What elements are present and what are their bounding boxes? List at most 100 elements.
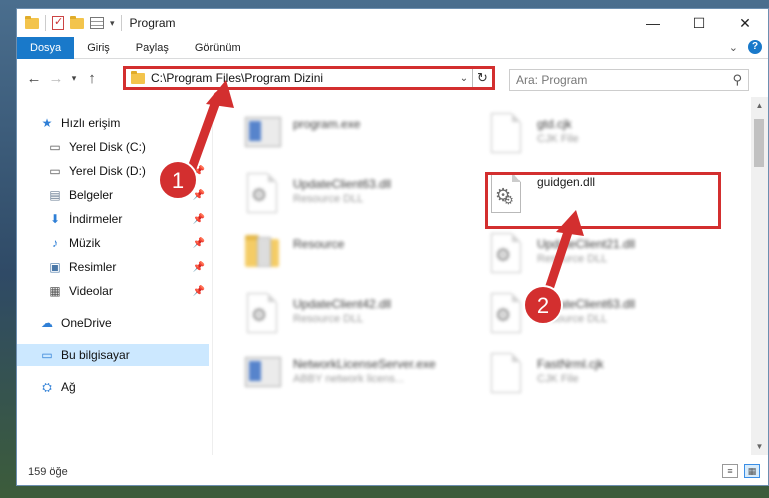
- file-list: program.exe gtd.cjk CJK File ⚙ UpdateCli…: [215, 97, 743, 455]
- pin-icon[interactable]: 📌: [193, 190, 205, 201]
- explorer-window: ▾ Program — ☐ ✕ Dosya Giriş Paylaş Görün…: [16, 8, 769, 486]
- address-path[interactable]: C:\Program Files\Program Dizini: [151, 71, 456, 85]
- pin-icon[interactable]: 📌: [193, 166, 205, 177]
- search-input[interactable]: Ara: Program: [516, 73, 587, 87]
- nav-label: Ağ: [61, 380, 76, 394]
- nav-label: İndirmeler: [69, 212, 123, 226]
- nav-videos[interactable]: ▦ Videolar 📌: [47, 280, 209, 302]
- dll-file-icon: ⚙: [241, 171, 285, 215]
- document-icon: [485, 351, 529, 395]
- search-box[interactable]: Ara: Program ⚲: [509, 69, 749, 91]
- file-name: UpdateClient63.dll: [537, 297, 636, 311]
- tiles-view-icon[interactable]: ▦: [744, 464, 760, 478]
- vertical-scrollbar[interactable]: ▲ ▼: [751, 97, 768, 455]
- file-name: UpdateClient42.dll: [293, 297, 392, 311]
- file-name: UpdateClient63.dll: [293, 177, 392, 191]
- file-desc: CJK File: [537, 133, 579, 145]
- address-bar[interactable]: C:\Program Files\Program Dizini ⌄ ↻: [123, 66, 495, 90]
- tab-paylas[interactable]: Paylaş: [123, 37, 182, 59]
- nav-downloads[interactable]: ⬇ İndirmeler 📌: [47, 208, 209, 230]
- nav-label: Yerel Disk (C:): [69, 140, 146, 154]
- file-name: Resource: [293, 237, 345, 251]
- scroll-down-icon[interactable]: ▼: [751, 438, 768, 455]
- details-view-icon[interactable]: ≡: [722, 464, 738, 478]
- tab-giris[interactable]: Giriş: [74, 37, 123, 59]
- nav-quick-access[interactable]: ★ Hızlı erişim: [39, 112, 231, 134]
- scroll-up-icon[interactable]: ▲: [751, 97, 768, 114]
- nav-label: Videolar: [69, 284, 113, 298]
- file-desc: CJK File: [537, 373, 579, 385]
- help-icon[interactable]: ?: [748, 40, 762, 54]
- tab-gorunum[interactable]: Görünüm: [182, 37, 254, 59]
- nav-onedrive[interactable]: ☁ OneDrive: [39, 312, 209, 334]
- pin-icon[interactable]: 📌: [193, 262, 205, 273]
- exe-file-icon: [241, 111, 285, 155]
- divider: [120, 15, 122, 31]
- file-item[interactable]: ⚙ UpdateClient21.dll Resource DLL: [485, 231, 715, 285]
- close-button[interactable]: ✕: [722, 9, 768, 37]
- file-name: UpdateClient21.dll: [537, 237, 636, 251]
- document-icon: [485, 111, 529, 155]
- search-icon[interactable]: ⚲: [732, 72, 742, 88]
- navigation-pane: ★ Hızlı erişim ▭ Yerel Disk (C:) ▭ Yerel…: [17, 97, 213, 455]
- dll-file-icon: ⚙: [485, 291, 529, 335]
- scroll-thumb[interactable]: [754, 119, 764, 167]
- ribbon-tabs: Dosya Giriş Paylaş Görünüm ⌄ ?: [17, 36, 768, 59]
- nav-documents[interactable]: ▤ Belgeler 📌: [47, 184, 209, 206]
- up-arrow-icon[interactable]: ↑: [81, 70, 103, 87]
- dll-file-icon: ⚙: [485, 231, 529, 275]
- file-item[interactable]: gtd.cjk CJK File: [485, 111, 715, 165]
- expand-ribbon-icon[interactable]: ⌄: [729, 41, 738, 54]
- view-switcher: ≡ ▦: [722, 464, 760, 478]
- file-desc: ABBY network licens...: [293, 373, 405, 385]
- videos-icon: ▦: [49, 284, 61, 298]
- title-bar: ▾ Program — ☐ ✕: [17, 9, 768, 37]
- item-count: 159 öğe: [28, 466, 68, 478]
- properties-check-icon[interactable]: [52, 15, 64, 30]
- refresh-icon[interactable]: ↻: [472, 69, 492, 87]
- folder-icon: [241, 231, 285, 275]
- chevron-down-icon[interactable]: ⌄: [456, 73, 472, 84]
- cloud-icon: ☁: [41, 316, 53, 330]
- quick-access-toolbar: ▾: [17, 15, 122, 31]
- file-item[interactable]: program.exe: [241, 111, 471, 165]
- new-folder-icon[interactable]: [70, 15, 84, 29]
- file-item[interactable]: ⚙ UpdateClient63.dll Resource DLL: [485, 291, 715, 345]
- view-props-icon[interactable]: [90, 17, 104, 29]
- minimize-button[interactable]: —: [630, 9, 676, 37]
- file-item[interactable]: Resource: [241, 231, 471, 285]
- file-item[interactable]: NetworkLicenseServer.exe ABBY network li…: [241, 351, 471, 405]
- pin-icon[interactable]: 📌: [193, 238, 205, 249]
- nav-music[interactable]: ♪ Müzik 📌: [47, 232, 209, 254]
- chevron-down-icon[interactable]: ▾: [110, 18, 115, 29]
- folder-icon: [131, 70, 145, 84]
- nav-label: Bu bilgisayar: [61, 348, 130, 362]
- divider: [45, 15, 46, 31]
- nav-network[interactable]: ⛭ Ağ: [39, 376, 209, 398]
- nav-local-disk-d[interactable]: ▭ Yerel Disk (D:) 📌: [47, 160, 209, 182]
- file-item[interactable]: FastNrml.cjk CJK File: [485, 351, 715, 405]
- file-desc: Resource DLL: [293, 193, 364, 205]
- music-icon: ♪: [52, 236, 58, 250]
- nav-label: OneDrive: [61, 316, 112, 330]
- pin-icon[interactable]: 📌: [193, 286, 205, 297]
- window-controls: — ☐ ✕: [630, 9, 768, 37]
- pin-icon[interactable]: 📌: [193, 214, 205, 225]
- drive-icon: ▭: [49, 140, 61, 154]
- nav-this-pc[interactable]: ▭ Bu bilgisayar: [17, 344, 209, 366]
- tab-dosya[interactable]: Dosya: [17, 36, 75, 59]
- maximize-button[interactable]: ☐: [676, 9, 722, 37]
- forward-arrow-icon[interactable]: →: [45, 70, 67, 87]
- nav-local-disk-c[interactable]: ▭ Yerel Disk (C:): [47, 136, 209, 158]
- documents-icon: ▤: [49, 188, 61, 202]
- network-icon: ⛭: [42, 379, 52, 394]
- file-item[interactable]: ⚙ UpdateClient63.dll Resource DLL: [241, 171, 471, 225]
- back-arrow-icon[interactable]: ←: [23, 70, 45, 87]
- folder-icon: [25, 15, 39, 29]
- file-name: program.exe: [293, 117, 361, 131]
- file-item[interactable]: ⚙ UpdateClient42.dll Resource DLL: [241, 291, 471, 345]
- status-bar: 159 öğe ≡ ▦: [17, 459, 768, 485]
- file-highlight-box: [485, 172, 721, 229]
- nav-pictures[interactable]: ▣ Resimler 📌: [47, 256, 209, 278]
- recent-dropdown-icon[interactable]: ▾: [67, 73, 81, 84]
